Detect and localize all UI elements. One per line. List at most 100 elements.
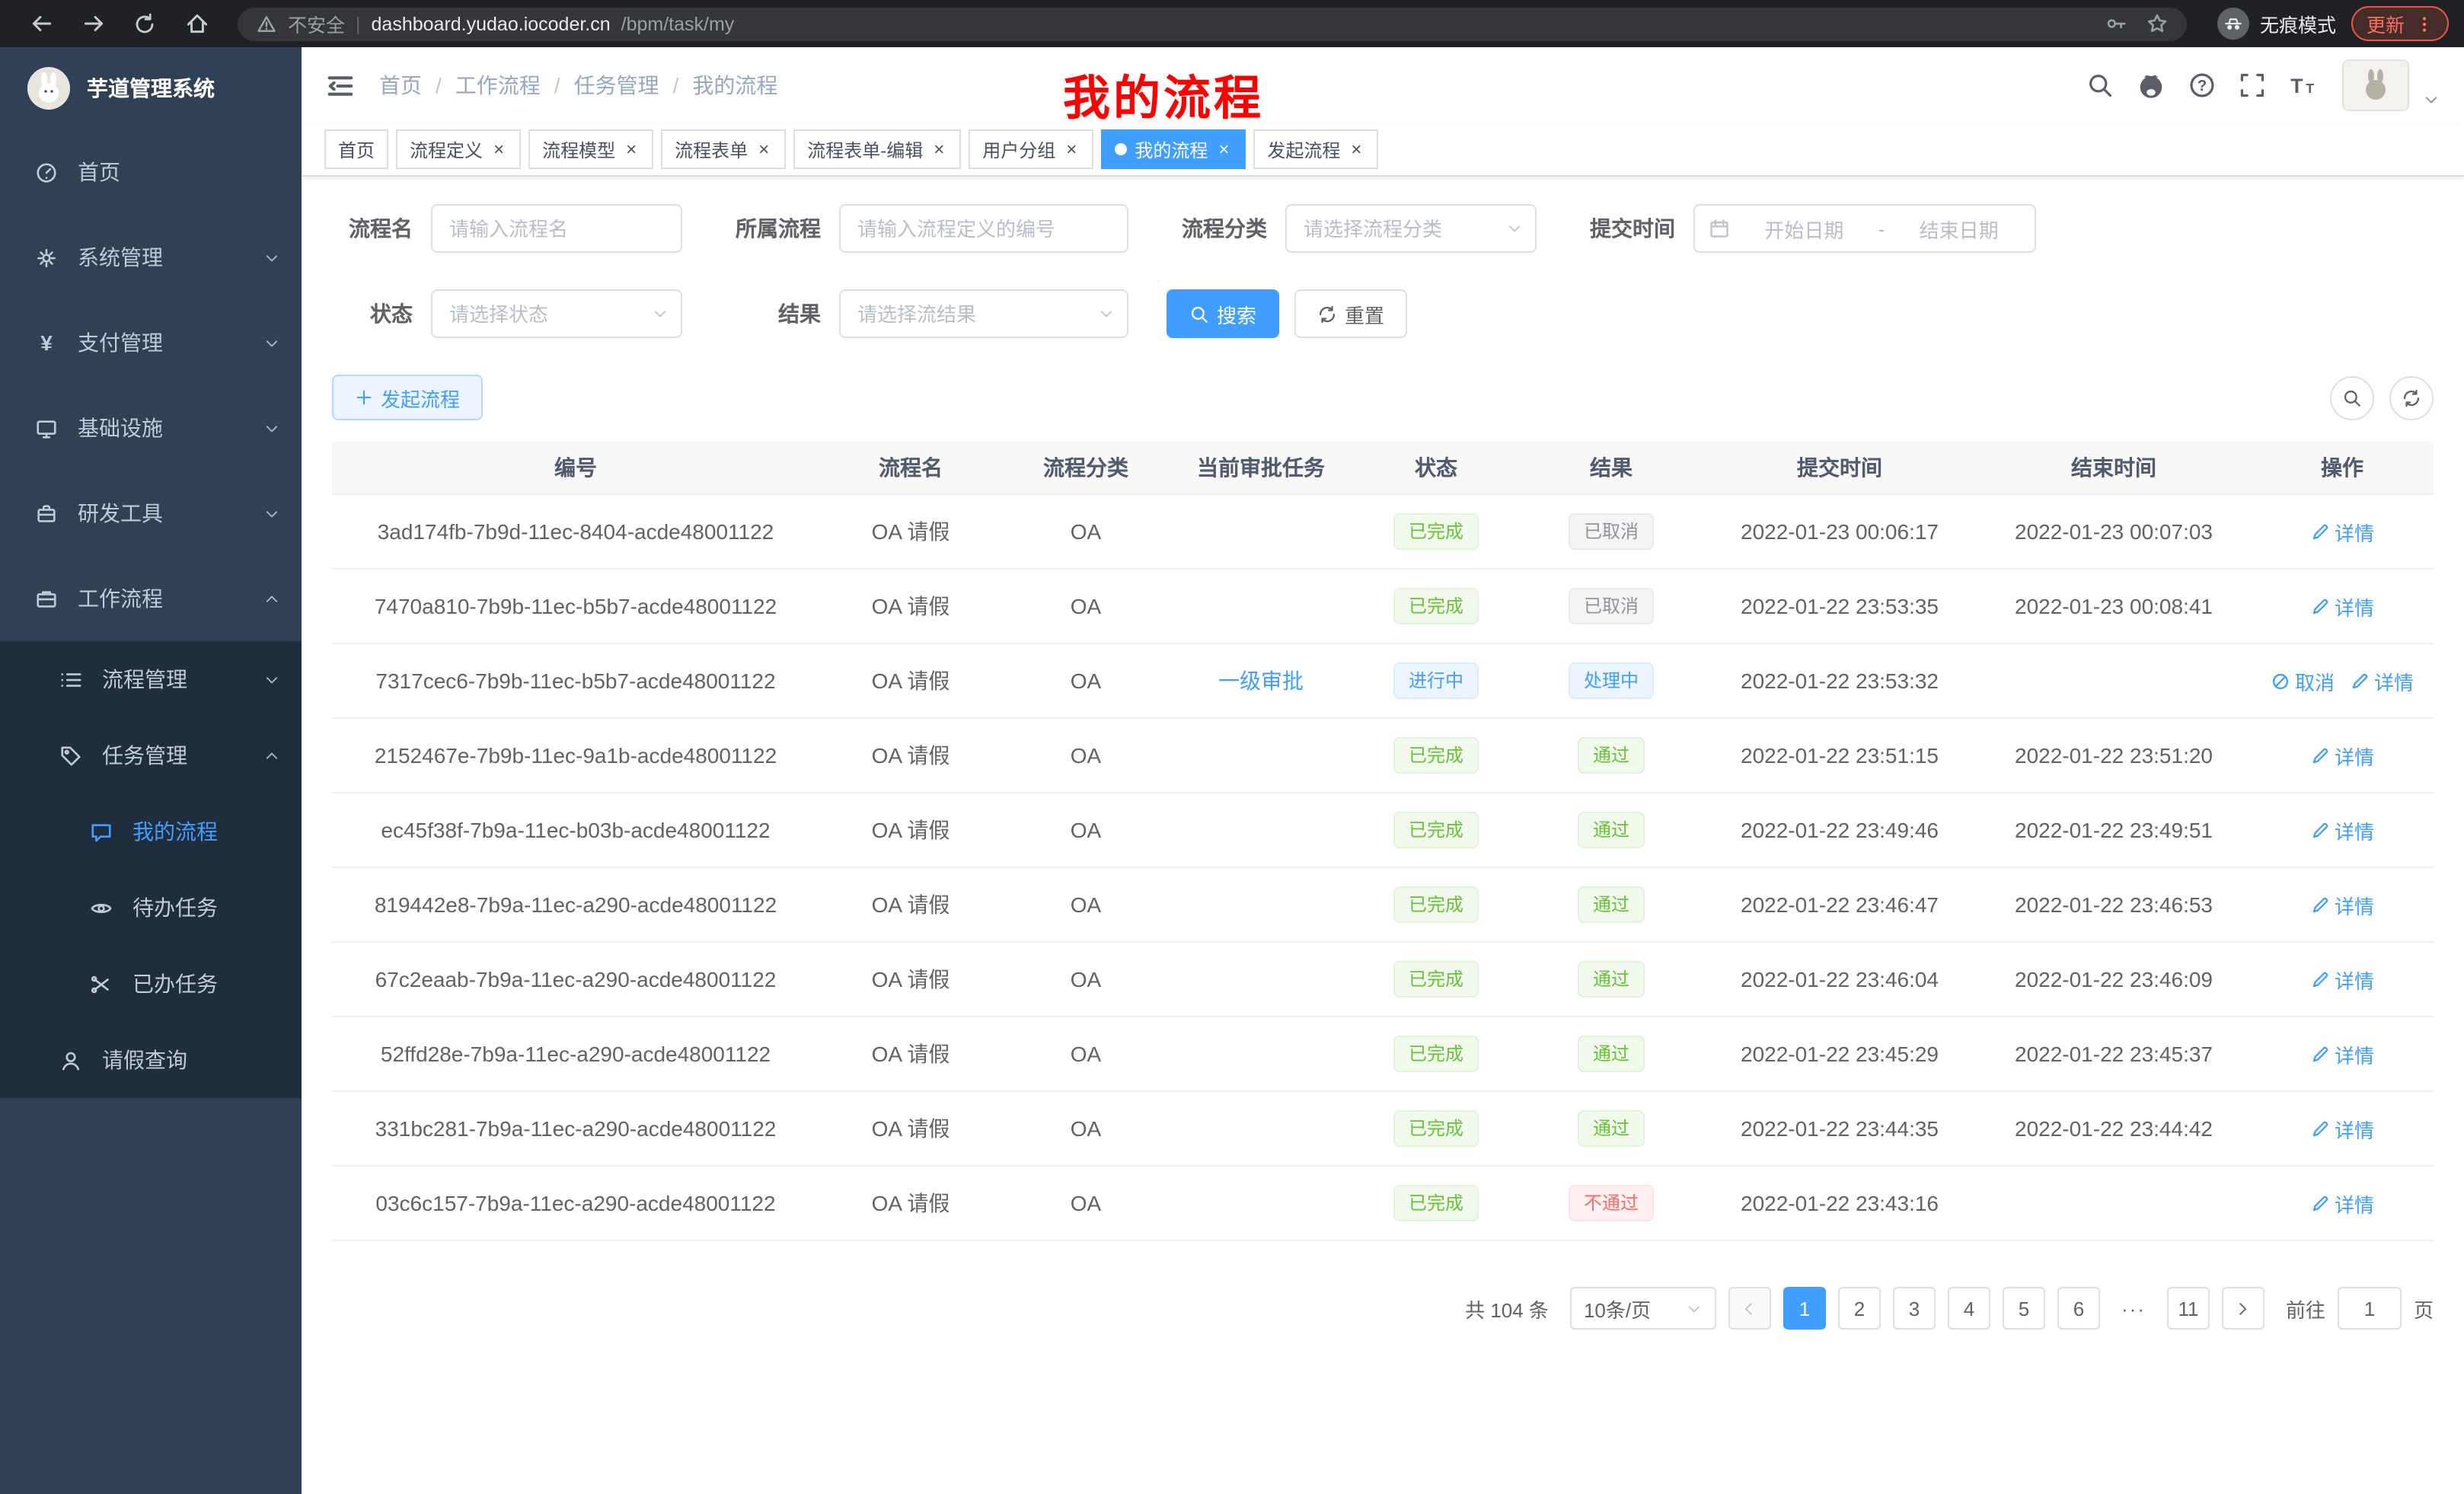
sidebar-item-home[interactable]: 首页 bbox=[0, 129, 302, 215]
tab-close-icon[interactable]: × bbox=[1348, 139, 1364, 160]
page-number-button[interactable]: 11 bbox=[2167, 1287, 2210, 1330]
breadcrumb-item[interactable]: 任务管理 bbox=[574, 70, 659, 101]
detail-link[interactable]: 详情 bbox=[2310, 741, 2374, 770]
cell-status: 已完成 bbox=[1352, 961, 1520, 998]
reload-button[interactable] bbox=[129, 8, 160, 39]
column-header-id: 编号 bbox=[332, 452, 819, 483]
current-task-link[interactable]: 一级审批 bbox=[1218, 669, 1304, 693]
tab[interactable]: 流程表单-编辑 × bbox=[793, 129, 961, 169]
hamburger-icon[interactable] bbox=[326, 71, 355, 100]
sidebar-item-workflow[interactable]: 工作流程 bbox=[0, 556, 302, 641]
home-button[interactable] bbox=[181, 8, 212, 39]
date-range-picker[interactable]: 开始日期 - 结束日期 bbox=[1693, 204, 2036, 253]
category-select[interactable] bbox=[1285, 204, 1537, 253]
sidebar-item-system[interactable]: 系统管理 bbox=[0, 215, 302, 300]
breadcrumb-item[interactable]: 首页 bbox=[379, 70, 422, 101]
page-size-select[interactable]: 10条/页 bbox=[1570, 1287, 1716, 1330]
cell-actions: 详情 bbox=[2251, 517, 2434, 546]
bookmark-star-icon[interactable] bbox=[2146, 12, 2169, 35]
tab-close-icon[interactable]: × bbox=[930, 139, 947, 160]
tab-close-icon[interactable]: × bbox=[490, 139, 507, 160]
sidebar-item-todo-tasks[interactable]: 待办任务 bbox=[0, 870, 302, 946]
address-bar[interactable]: 不安全 | dashboard.yudao.iocoder.cn /bpm/ta… bbox=[238, 7, 2187, 40]
tab-label: 流程表单-编辑 bbox=[807, 136, 923, 162]
search-icon[interactable] bbox=[2086, 72, 2114, 99]
tab[interactable]: 流程定义 × bbox=[396, 129, 521, 169]
page-number-button[interactable]: 1 bbox=[1783, 1287, 1826, 1330]
status-select[interactable] bbox=[431, 289, 682, 338]
fullscreen-icon[interactable] bbox=[2239, 72, 2266, 99]
process-table: 编号 流程名 流程分类 当前审批任务 状态 结果 提交时间 结束时间 操作 3a… bbox=[332, 442, 2434, 1241]
tab-close-icon[interactable]: × bbox=[1063, 139, 1080, 160]
table-refresh-button[interactable] bbox=[2389, 375, 2434, 420]
tab[interactable]: 我的流程 × bbox=[1101, 129, 1246, 169]
sidebar-item-leave-query[interactable]: 请假查询 bbox=[0, 1022, 302, 1098]
sidebar-item-process-management[interactable]: 流程管理 bbox=[0, 641, 302, 717]
breadcrumb-separator: / bbox=[673, 73, 679, 97]
tab[interactable]: 发起流程 × bbox=[1253, 129, 1378, 169]
sidebar-item-infrastructure[interactable]: 基础设施 bbox=[0, 385, 302, 471]
detail-link[interactable]: 详情 bbox=[2310, 965, 2374, 994]
chevron-down-icon bbox=[263, 671, 280, 688]
tab[interactable]: 流程表单 × bbox=[661, 129, 786, 169]
cell-id: 7317cec6-7b9b-11ec-b5b7-acde48001122 bbox=[332, 669, 819, 693]
back-button[interactable] bbox=[26, 8, 56, 39]
status-badge: 已完成 bbox=[1393, 737, 1479, 774]
cell-category: OA bbox=[1002, 594, 1170, 618]
tab[interactable]: 首页 bbox=[324, 129, 388, 169]
reset-button[interactable]: 重置 bbox=[1294, 289, 1407, 338]
detail-link[interactable]: 详情 bbox=[2310, 1114, 2374, 1143]
sidebar-item-my-process[interactable]: 我的流程 bbox=[0, 793, 302, 870]
browser-update-button[interactable]: 更新 bbox=[2351, 6, 2449, 41]
process-name-input[interactable] bbox=[431, 204, 682, 253]
goto-page-input[interactable] bbox=[2338, 1287, 2402, 1330]
monitor-icon bbox=[34, 415, 59, 441]
page-number-button[interactable]: 5 bbox=[2003, 1287, 2045, 1330]
detail-link[interactable]: 详情 bbox=[2310, 816, 2374, 844]
page-number-button[interactable]: 4 bbox=[1948, 1287, 1990, 1330]
sidebar: 芋道管理系统 首页 系统管理 ¥ 支付管理 基础设施 bbox=[0, 47, 302, 1494]
tab[interactable]: 流程模型 × bbox=[528, 129, 653, 169]
page-number-button[interactable]: 6 bbox=[2057, 1287, 2100, 1330]
tab-close-icon[interactable]: × bbox=[755, 139, 772, 160]
user-avatar[interactable] bbox=[2342, 59, 2409, 111]
cell-category: OA bbox=[1002, 818, 1170, 842]
github-icon[interactable] bbox=[2137, 71, 2166, 100]
forward-button[interactable] bbox=[78, 8, 108, 39]
create-process-button[interactable]: 发起流程 bbox=[332, 375, 483, 420]
tab-close-icon[interactable]: × bbox=[623, 139, 640, 160]
search-toggle-button[interactable] bbox=[2330, 375, 2374, 420]
detail-link[interactable]: 详情 bbox=[2350, 666, 2414, 695]
detail-link[interactable]: 详情 bbox=[2310, 1189, 2374, 1218]
result-select[interactable] bbox=[839, 289, 1128, 338]
detail-link[interactable]: 详情 bbox=[2310, 517, 2374, 546]
tab-close-icon[interactable]: × bbox=[1215, 139, 1232, 160]
page-number-button[interactable]: 3 bbox=[1893, 1287, 1936, 1330]
sidebar-item-task-management[interactable]: 任务管理 bbox=[0, 717, 302, 793]
sidebar-item-payment[interactable]: ¥ 支付管理 bbox=[0, 300, 302, 385]
font-size-icon[interactable]: TT bbox=[2289, 72, 2319, 99]
prev-page-button[interactable] bbox=[1728, 1287, 1771, 1330]
cell-submit-time: 2022-01-23 00:06:17 bbox=[1703, 519, 1977, 544]
tab[interactable]: 用户分组 × bbox=[969, 129, 1093, 169]
detail-link[interactable]: 详情 bbox=[2310, 592, 2374, 621]
search-button[interactable]: 搜索 bbox=[1167, 289, 1279, 338]
next-page-button[interactable] bbox=[2222, 1287, 2265, 1330]
detail-link[interactable]: 详情 bbox=[2310, 890, 2374, 919]
sidebar-item-dev-tools[interactable]: 研发工具 bbox=[0, 471, 302, 556]
page-number-button[interactable]: 2 bbox=[1838, 1287, 1881, 1330]
page-number-button[interactable]: ··· bbox=[2112, 1287, 2155, 1330]
key-icon[interactable] bbox=[2105, 12, 2127, 35]
parent-process-input[interactable] bbox=[839, 204, 1128, 253]
cell-end-time: 2022-01-22 23:49:51 bbox=[1977, 818, 2251, 842]
cancel-link[interactable]: 取消 bbox=[2271, 666, 2335, 695]
browser-toolbar: 不安全 | dashboard.yudao.iocoder.cn /bpm/ta… bbox=[0, 0, 2464, 47]
app-logo[interactable]: 芋道管理系统 bbox=[0, 47, 302, 129]
caret-down-icon[interactable] bbox=[2423, 91, 2440, 111]
detail-link[interactable]: 详情 bbox=[2310, 1039, 2374, 1068]
incognito-icon bbox=[2217, 8, 2249, 40]
sidebar-item-done-tasks[interactable]: 已办任务 bbox=[0, 946, 302, 1022]
breadcrumb-item[interactable]: 工作流程 bbox=[455, 70, 541, 101]
help-icon[interactable]: ? bbox=[2188, 72, 2216, 99]
url-host: dashboard.yudao.iocoder.cn bbox=[372, 13, 611, 34]
